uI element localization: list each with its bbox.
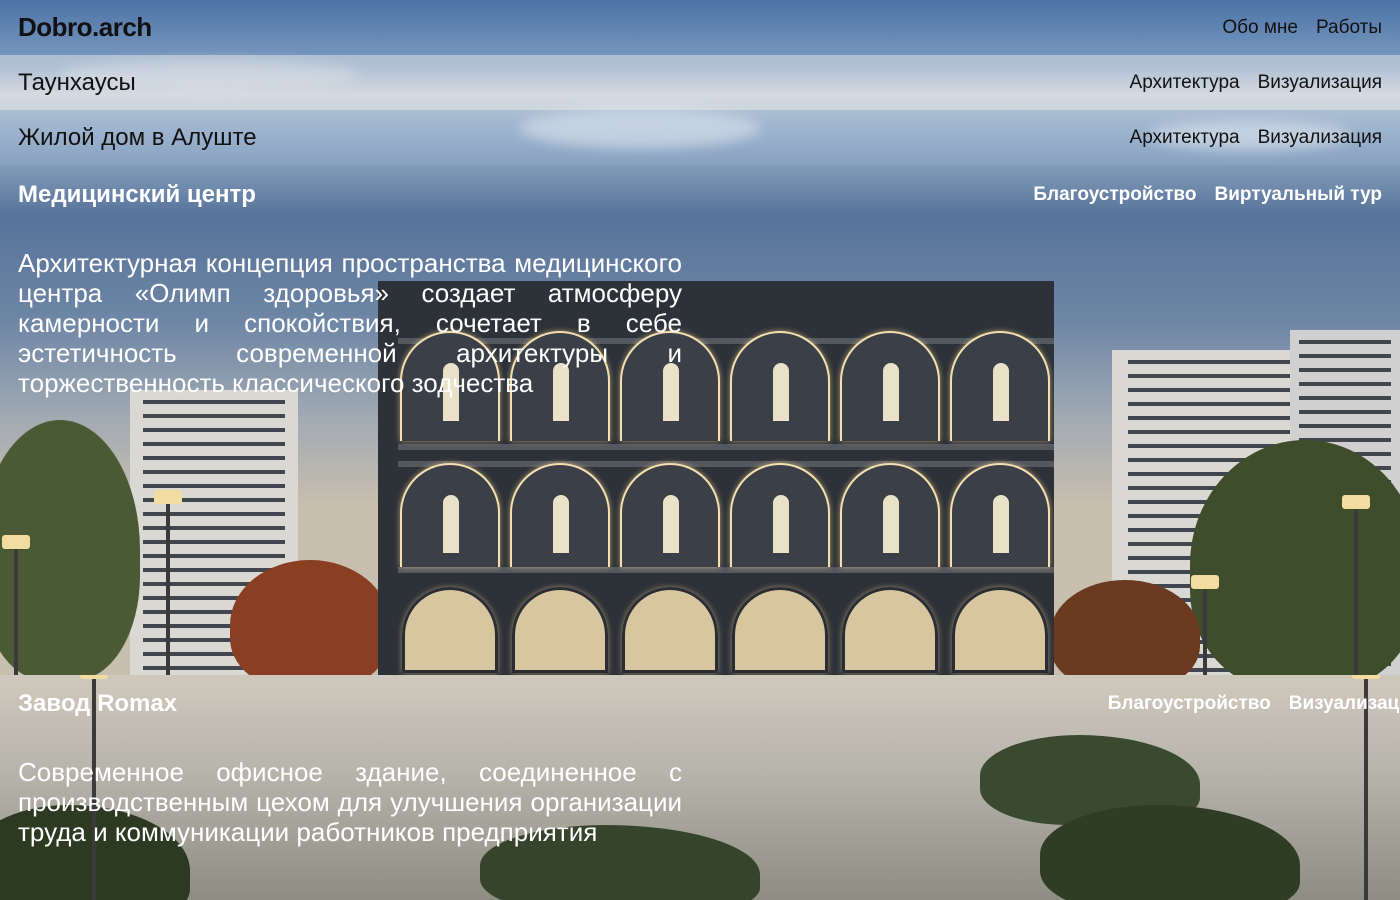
project-description: Современное офисное здание, соединенное … (18, 757, 682, 847)
project-header: Завод Romax Благоустройство Визуализация (0, 675, 1400, 733)
project-title[interactable]: Завод Romax (18, 690, 177, 718)
nav-about-link[interactable]: Обо мне (1222, 17, 1298, 39)
tag-virtual-tour[interactable]: Виртуальный тур (1214, 184, 1382, 206)
project-header: Медицинский центр Благоустройство Виртуа… (0, 166, 1400, 224)
project-tags: Благоустройство Виртуальный тур (1033, 184, 1382, 206)
project-row-alushta[interactable]: Жилой дом в Алуште Архитектура Визуализа… (0, 110, 1400, 165)
tag-visualization[interactable]: Визуализация (1258, 72, 1382, 94)
project-title[interactable]: Жилой дом в Алуште (18, 124, 257, 152)
logo[interactable]: Dobro.arch (18, 12, 152, 43)
tag-visualization[interactable]: Визуализация (1258, 127, 1382, 149)
project-title[interactable]: Медицинский центр (18, 181, 256, 209)
tag-architecture[interactable]: Архитектура (1130, 72, 1240, 94)
nav-works-link[interactable]: Работы (1316, 17, 1382, 39)
project-row-townhouses[interactable]: Таунхаусы Архитектура Визуализация (0, 55, 1400, 110)
tag-architecture[interactable]: Архитектура (1130, 127, 1240, 149)
project-description: Архитектурная концепция пространства мед… (18, 248, 682, 398)
site-header: Dobro.arch Обо мне Работы (0, 0, 1400, 55)
tag-visualization[interactable]: Визуализация (1289, 693, 1400, 715)
tag-landscaping[interactable]: Благоустройство (1108, 693, 1271, 715)
project-tags: Архитектура Визуализация (1130, 72, 1382, 94)
main-nav: Обо мне Работы (1222, 17, 1382, 39)
project-tags: Благоустройство Визуализация (1108, 693, 1400, 715)
project-medical-center[interactable]: Медицинский центр Благоустройство Виртуа… (0, 166, 1400, 675)
project-tags: Архитектура Визуализация (1130, 127, 1382, 149)
tag-landscaping[interactable]: Благоустройство (1033, 184, 1196, 206)
project-romax[interactable]: Завод Romax Благоустройство Визуализация… (0, 675, 1400, 900)
project-title[interactable]: Таунхаусы (18, 69, 136, 97)
